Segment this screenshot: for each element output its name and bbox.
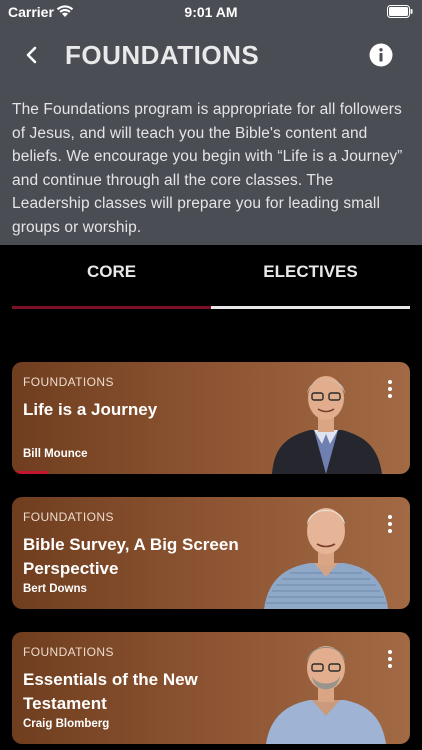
course-title: Bible Survey, A Big Screen Perspective xyxy=(23,535,239,578)
more-options-icon[interactable] xyxy=(386,650,394,672)
tab-core[interactable]: CORE xyxy=(12,258,211,308)
tab-electives[interactable]: ELECTIVES xyxy=(211,258,410,308)
instructor-portrait xyxy=(264,508,388,609)
course-category: FOUNDATIONS xyxy=(23,375,114,389)
course-author: Craig Blomberg xyxy=(23,718,110,730)
more-options-icon[interactable] xyxy=(386,515,394,537)
instructor-portrait xyxy=(272,376,382,474)
clock-time: 9:01 AM xyxy=(184,4,238,20)
back-chevron-icon[interactable] xyxy=(18,41,46,69)
more-options-icon[interactable] xyxy=(386,380,394,402)
tab-bar: CORE ELECTIVES xyxy=(12,258,410,311)
course-category: FOUNDATIONS xyxy=(23,645,114,659)
instructor-portrait xyxy=(266,646,386,744)
course-card[interactable]: FOUNDATIONS Life is a Journey Bill Mounc… xyxy=(12,362,410,474)
tab-electives-indicator xyxy=(211,306,410,309)
course-author: Bill Mounce xyxy=(23,448,88,460)
info-icon[interactable] xyxy=(369,43,393,67)
battery-icon xyxy=(387,5,413,18)
course-card[interactable]: FOUNDATIONS Essentials of the New Testam… xyxy=(12,632,410,744)
program-description: The Foundations program is appropriate f… xyxy=(12,101,403,236)
course-title: Essentials of the New Testament xyxy=(23,670,198,713)
tab-core-indicator xyxy=(12,306,211,309)
status-bar: Carrier 9:01 AM xyxy=(0,0,422,24)
page-title: FOUNDATIONS xyxy=(65,40,260,70)
course-progress-bar xyxy=(12,471,48,474)
course-card[interactable]: FOUNDATIONS Bible Survey, A Big Screen P… xyxy=(12,497,410,609)
course-author: Bert Downs xyxy=(23,583,87,595)
course-category: FOUNDATIONS xyxy=(23,510,114,524)
course-title: Life is a Journey xyxy=(23,400,158,419)
